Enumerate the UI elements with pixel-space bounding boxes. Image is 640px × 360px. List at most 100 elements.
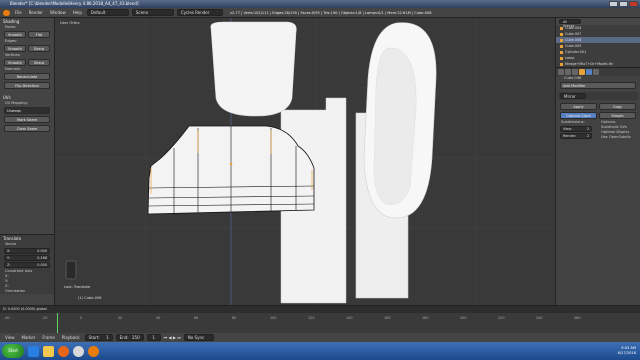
menu-help[interactable]: Help [71, 10, 84, 15]
sync-mode-dropdown[interactable]: No Sync [183, 334, 214, 341]
object-origin[interactable] [229, 162, 233, 166]
minimize-button[interactable] [609, 1, 618, 7]
system-clock[interactable]: 9:03 AM 6/27/2018 [618, 346, 636, 356]
menu-render[interactable]: Render [27, 10, 45, 15]
timeline-tick-label: 140 [346, 316, 353, 320]
scene-tab-icon[interactable] [565, 69, 571, 75]
vector-y-value: 0.166 [37, 256, 47, 260]
3d-viewport[interactable]: User Ortho Last: Translate (1) Cube.008 [56, 18, 554, 305]
object-tab-icon[interactable] [579, 69, 585, 75]
maximize-button[interactable] [619, 1, 628, 7]
info-header: File Render Window Help Default Scene Cy… [0, 8, 640, 18]
end-frame-label: End: [119, 335, 129, 340]
end-frame-field[interactable]: End: 250 [115, 334, 144, 341]
render-levels-label: Render: [563, 134, 577, 138]
blender-taskbar-icon[interactable] [88, 345, 99, 357]
vector-x-value: 0.000 [37, 249, 47, 253]
last-operator-icon [65, 260, 77, 280]
faces-smooth-button[interactable]: Smooth [4, 31, 26, 38]
chrome-icon[interactable] [73, 345, 84, 357]
modifier-name-field[interactable]: Mirror [560, 93, 586, 99]
faces-flat-button[interactable]: Flat [28, 31, 50, 38]
modifier-header: Mirror [558, 92, 638, 100]
timeline-tick-label: 260 [574, 316, 581, 320]
copy-button[interactable]: Copy [599, 103, 636, 110]
data-tab-icon[interactable] [593, 69, 599, 75]
unwrap-button[interactable]: Unwrap [4, 107, 50, 114]
last-operator-label: Last: Translate [64, 285, 91, 289]
orientation-label: Orientation [5, 289, 26, 293]
start-frame-field[interactable]: Start: 1 [84, 334, 113, 341]
modifier-tab-icon[interactable] [586, 69, 592, 75]
timeline-tick-label: -20 [42, 316, 48, 320]
vector-y-field[interactable]: Y: 0.166 [4, 255, 50, 261]
translate-panel-header[interactable]: Translate [0, 235, 54, 242]
close-button[interactable] [629, 1, 638, 7]
current-frame-line[interactable] [57, 313, 58, 333]
mark-seam-button[interactable]: Mark Seam [4, 116, 50, 123]
outliner-display-mode[interactable]: All Scenes [559, 19, 581, 28]
clock-date: 6/27/2018 [617, 351, 636, 355]
scene-stats: v2.77 | Verts:101/111 | Edges:28/195 | F… [229, 10, 432, 15]
timeline-tick-label: 220 [498, 316, 505, 320]
scene-selector[interactable]: Scene [131, 9, 174, 16]
viewport-canvas[interactable] [56, 18, 554, 305]
status-text: D: 0.0000 (0.0000) global [0, 306, 640, 313]
world-tab-icon[interactable] [572, 69, 578, 75]
menu-file[interactable]: File [13, 10, 24, 15]
flip-direction-button[interactable]: Flip Direction [4, 82, 50, 89]
vertices-sharp-button[interactable]: Sharp [28, 59, 50, 66]
window-controls [609, 1, 638, 7]
uvs-panel-header[interactable]: UVs [0, 94, 54, 101]
outliner-item[interactable]: Mirage+Mio7+Dr+Model-Hn [556, 61, 640, 67]
vector-z-value: 0.000 [37, 263, 47, 267]
vector-z-field[interactable]: Z: 0.000 [4, 262, 50, 268]
firefox-icon[interactable] [58, 345, 69, 357]
catmull-clark-button[interactable]: Catmull-Clark [560, 112, 597, 119]
timeline-tick-label: 100 [270, 316, 277, 320]
timeline-menu-marker[interactable]: Marker [20, 335, 38, 340]
simple-button[interactable]: Simple [599, 112, 636, 119]
menu-window[interactable]: Window [48, 10, 68, 15]
start-button[interactable]: Start [2, 344, 24, 358]
properties-editor: Cube.008 Add Modifier Mirror Apply Copy C… [555, 68, 640, 305]
vertices-smooth-button[interactable]: Smooth [4, 59, 26, 66]
head-top-mesh[interactable] [210, 21, 297, 117]
render-levels-value: 2 [586, 134, 589, 138]
apply-button[interactable]: Apply [560, 103, 597, 110]
play-controls-icon[interactable]: ⏮ ◀ ▶ ⏭ [164, 335, 181, 340]
window-title: Blender* [C:\blender\Modelle\Henry 4.86.… [10, 1, 139, 6]
timeline-tick-label: 60 [194, 316, 199, 320]
render-levels-field[interactable]: Render: 2 [560, 133, 592, 139]
layout-selector[interactable]: Default [86, 9, 129, 16]
blender-logo-icon[interactable] [3, 9, 10, 16]
add-modifier-dropdown[interactable]: Add Modifier [560, 82, 636, 89]
view-levels-field[interactable]: View: 2 [560, 126, 592, 132]
use-opensubdiv-checkbox[interactable]: Use OpenSubdiv [596, 135, 640, 140]
vector-x-field[interactable]: X: 0.000 [4, 248, 50, 254]
current-frame-field[interactable]: 1 [146, 334, 161, 341]
clear-seam-button[interactable]: Clear Seam [4, 125, 50, 132]
shading-panel-header[interactable]: Shading [0, 18, 54, 25]
edges-smooth-button[interactable]: Smooth [4, 45, 26, 52]
render-engine-selector[interactable]: Cycles Render [176, 9, 223, 16]
start-frame-value: 1 [106, 335, 109, 340]
vector-x-label: X: [7, 249, 11, 253]
timeline-ruler[interactable]: -40 -20 0 20 40 60 80 100 120 140 160 180 200 220 240 2… [0, 313, 640, 333]
ie-icon[interactable] [28, 345, 39, 357]
oval-inner-mesh [373, 47, 417, 205]
view-label: User Ortho [60, 21, 80, 25]
timeline-menu-playback[interactable]: Playback [60, 335, 82, 340]
start-frame-label: Start: [88, 335, 100, 340]
view-levels-label: View: [563, 127, 573, 131]
object-label: (1) Cube.008 [78, 296, 102, 300]
timeline-tick-label: 200 [460, 316, 467, 320]
render-tab-icon[interactable] [558, 69, 564, 75]
timeline-tick-label: 0 [80, 316, 83, 320]
timeline-menu-frame[interactable]: Frame [40, 335, 56, 340]
timeline-menu-view[interactable]: View [3, 335, 17, 340]
recalculate-button[interactable]: Recalculate [4, 73, 50, 80]
timeline-tick-label: 40 [156, 316, 161, 320]
edges-sharp-button[interactable]: Sharp [28, 45, 50, 52]
explorer-icon[interactable] [43, 345, 54, 357]
